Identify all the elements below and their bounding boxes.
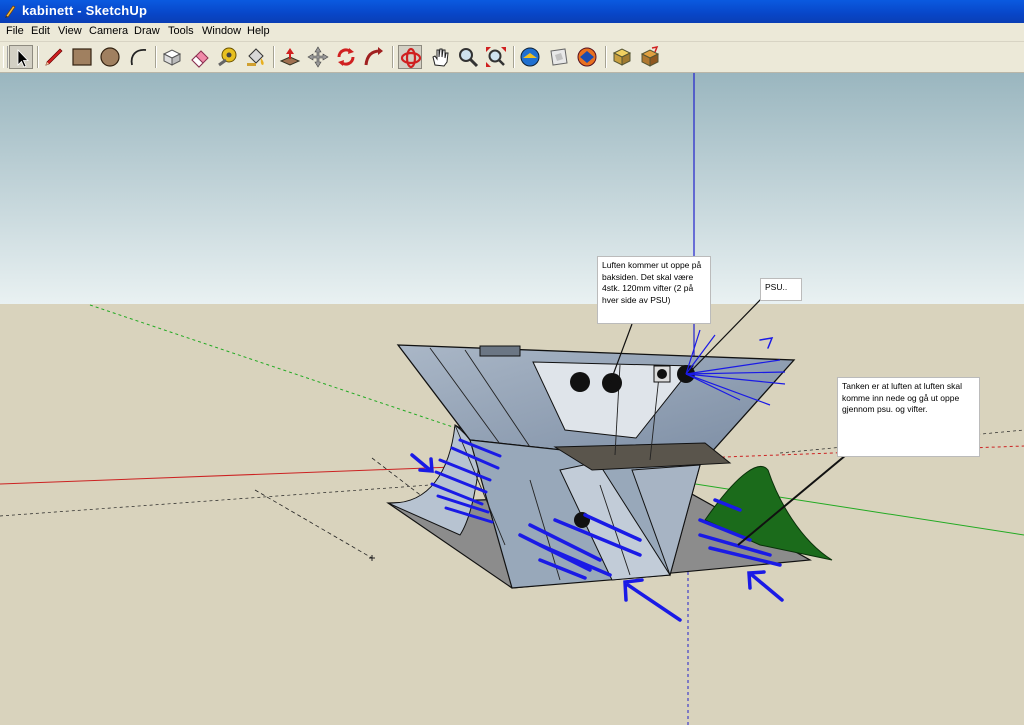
model-viewport[interactable]: Luften kommer ut oppe på baksiden. Det s… (0, 73, 1024, 725)
note-tank: Tanken er at luften at luften skal komme… (837, 377, 980, 457)
circle-tool-button[interactable] (98, 45, 122, 69)
menu-window[interactable]: Window (202, 25, 241, 37)
note-psu: PSU.. (760, 278, 802, 301)
zoom-icon (459, 48, 479, 68)
move-icon (307, 46, 329, 68)
rotate-icon (337, 48, 355, 66)
tape-measure-button[interactable] (216, 45, 240, 69)
push-pull-button[interactable] (278, 45, 302, 69)
menu-tools[interactable]: Tools (168, 25, 194, 37)
window-title: kabinett - SketchUp (22, 3, 148, 18)
tape-measure-icon (218, 47, 237, 67)
note-air-out: Luften kommer ut oppe på baksiden. Det s… (597, 256, 711, 324)
menu-edit[interactable]: Edit (31, 25, 50, 37)
fan-1 (570, 372, 590, 392)
menu-file[interactable]: File (6, 25, 24, 37)
orbit-tool-button[interactable] (398, 45, 422, 69)
title-bar: kabinett - SketchUp (0, 0, 1024, 23)
pan-tool-button[interactable] (428, 45, 452, 69)
menu-help[interactable]: Help (247, 25, 270, 37)
place-camera-icon (577, 47, 597, 67)
orbit-icon (400, 47, 422, 69)
place-camera-button[interactable] (575, 45, 599, 69)
previous-view-button[interactable] (518, 45, 542, 69)
sky (0, 73, 1024, 304)
component-browser-button[interactable] (610, 45, 634, 69)
circle-icon (100, 47, 120, 67)
zoom-extents-icon (486, 47, 506, 67)
menu-camera[interactable]: Camera (89, 25, 128, 37)
rectangle-icon (72, 48, 92, 66)
pencil-tool-button[interactable] (42, 45, 66, 69)
make-component-icon (162, 49, 182, 66)
paint-bucket-icon (247, 48, 264, 66)
select-tool-button[interactable] (9, 45, 33, 69)
eraser-icon (191, 50, 209, 68)
top-vent (479, 345, 521, 357)
rectangle-tool-button[interactable] (70, 45, 94, 69)
eraser-tool-button[interactable] (188, 45, 212, 69)
paint-bucket-button[interactable] (244, 45, 268, 69)
sketchup-app-icon (5, 5, 16, 18)
next-icon (550, 48, 568, 66)
select-icon (17, 49, 29, 68)
psu-fan (657, 369, 667, 379)
pan-icon (432, 48, 449, 67)
menu-draw[interactable]: Draw (134, 25, 160, 37)
previous-icon (520, 47, 540, 67)
toolbar-grip[interactable] (3, 46, 8, 68)
menu-bar: File Edit View Camera Draw Tools Window … (0, 23, 1024, 42)
component-browser-icon (612, 48, 632, 66)
pencil-icon (45, 48, 63, 66)
arc-icon (130, 49, 147, 66)
make-component-button[interactable] (160, 45, 184, 69)
menu-view[interactable]: View (58, 25, 82, 37)
zoom-extents-button[interactable] (484, 45, 508, 69)
rotate-tool-button[interactable] (334, 45, 358, 69)
toolbar (0, 42, 1024, 73)
arc-tool-button[interactable] (126, 45, 150, 69)
push-pull-icon (279, 48, 301, 66)
follow-me-icon (364, 47, 383, 66)
move-tool-button[interactable] (306, 45, 330, 69)
next-view-button[interactable] (547, 45, 571, 69)
materials-button[interactable] (638, 45, 662, 69)
materials-icon (640, 45, 660, 67)
follow-me-button[interactable] (362, 45, 386, 69)
zoom-tool-button[interactable] (456, 45, 480, 69)
